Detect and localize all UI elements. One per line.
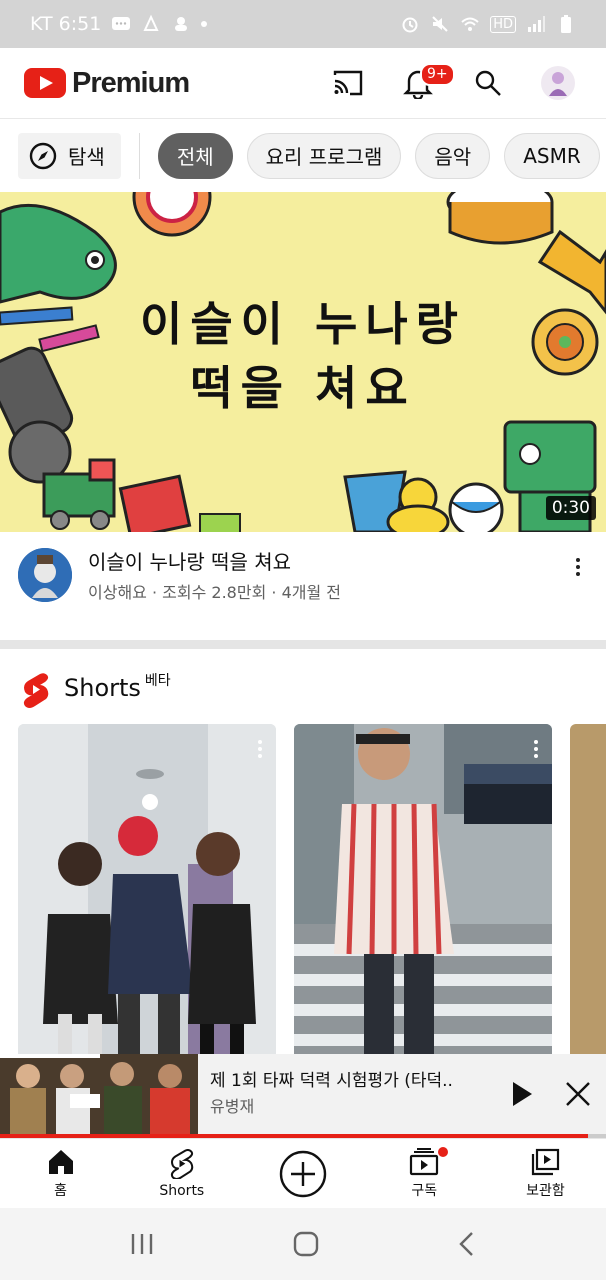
nav-subscriptions[interactable]: 구독 <box>364 1139 485 1208</box>
battery-icon <box>561 15 571 33</box>
network-type: HD <box>490 15 516 33</box>
chip-asmr[interactable]: ASMR <box>504 132 600 179</box>
compass-icon <box>29 142 57 169</box>
cast-icon <box>333 70 363 96</box>
notification-badge: 9+ <box>420 63 455 86</box>
status-bar: KT 6:51 HD <box>0 0 606 48</box>
logo-text: Premium <box>72 66 190 99</box>
avatar <box>541 66 575 100</box>
channel-name[interactable]: 이상해요 <box>88 583 147 602</box>
channel-avatar[interactable] <box>18 548 72 602</box>
back-icon[interactable] <box>457 1231 477 1257</box>
short-more-options-icon[interactable] <box>258 740 262 758</box>
video-thumbnail[interactable]: 이슬이 누나랑 떡을 쳐요 <box>0 192 606 532</box>
nav-shorts[interactable]: Shorts <box>121 1139 242 1208</box>
new-content-dot <box>437 1147 448 1157</box>
view-count: 조회수 2.8만회 <box>162 583 267 602</box>
carrier-time: KT 6:51 <box>30 13 102 35</box>
beta-badge: 베타 <box>144 673 171 689</box>
notifications-button[interactable]: 9+ <box>394 59 455 107</box>
recent-apps-icon[interactable] <box>129 1232 155 1256</box>
wifi-icon <box>461 17 479 31</box>
shorts-logo-icon <box>23 673 49 708</box>
shorts-section-title: Shorts <box>64 674 141 702</box>
nav-home[interactable]: 홈 <box>0 1139 121 1208</box>
nav-home-label: 홈 <box>54 1182 68 1199</box>
video-info: 이슬이 누나랑 떡을 쳐요 이상해요 · 조회수 2.8만회 · 4개월 전 <box>0 532 606 640</box>
signal-icon <box>528 16 545 32</box>
filter-chips-bar: 탐색 전체 요리 프로그램 음악 ASMR <box>0 118 606 192</box>
play-icon <box>513 1082 532 1106</box>
youtube-play-logo-icon <box>24 68 66 98</box>
nav-shorts-label: Shorts <box>159 1182 205 1199</box>
create-plus-icon <box>279 1150 327 1197</box>
shorts-header: Shorts 베타 <box>22 668 171 708</box>
cast-button[interactable] <box>324 59 372 107</box>
account-button[interactable] <box>534 59 582 107</box>
nav-create[interactable] <box>242 1139 363 1208</box>
search-icon <box>475 70 501 96</box>
youtube-premium-logo[interactable]: Premium <box>24 66 190 100</box>
thumbnail-title-line1: 이슬이 누나랑 <box>140 297 466 351</box>
chip-cooking[interactable]: 요리 프로그램 <box>246 132 402 179</box>
alarm-icon <box>402 17 418 33</box>
short-more-options-icon[interactable] <box>534 740 538 758</box>
video-duration: 0:30 <box>545 496 596 520</box>
mini-player-close-button[interactable] <box>550 1054 606 1134</box>
nav-subscriptions-label: 구독 <box>411 1182 438 1199</box>
chips-divider <box>138 132 140 179</box>
shorts-icon <box>170 1148 194 1179</box>
home-icon <box>48 1149 73 1174</box>
video-more-options-icon[interactable] <box>568 548 588 624</box>
chat-icon <box>112 17 131 30</box>
video-title[interactable]: 이슬이 누나랑 떡을 쳐요 <box>88 548 568 576</box>
chip-music[interactable]: 음악 <box>415 132 491 179</box>
nav-library-label: 보관함 <box>526 1182 565 1199</box>
thumbnail-title: 이슬이 누나랑 떡을 쳐요 <box>0 292 606 420</box>
close-icon <box>566 1082 590 1106</box>
mute-icon <box>432 16 448 32</box>
mini-player-play-button[interactable] <box>494 1054 550 1134</box>
explore-button[interactable]: 탐색 <box>18 132 121 179</box>
mini-player-channel: 유병재 <box>210 1097 255 1116</box>
nav-library[interactable]: 보관함 <box>485 1139 606 1208</box>
mini-player-thumbnail[interactable] <box>0 1054 198 1134</box>
subscriptions-icon <box>410 1147 439 1175</box>
system-navigation-bar <box>0 1208 606 1280</box>
chip-all[interactable]: 전체 <box>157 132 233 179</box>
video-subtitle: 이상해요 · 조회수 2.8만회 · 4개월 전 <box>88 583 341 602</box>
app-screen: KT 6:51 HD Premium 9+ 탐색 전체 요리 프로그램 음악 A… <box>0 0 606 1280</box>
home-button-icon[interactable] <box>293 1231 319 1257</box>
bottom-navigation: 홈 Shorts 구독 보관함 <box>0 1138 606 1208</box>
more-notifications-dot <box>201 21 208 27</box>
library-icon <box>532 1148 560 1175</box>
explore-label: 탐색 <box>68 145 105 169</box>
top-app-bar: Premium 9+ <box>0 48 606 118</box>
thumbnail-title-line2: 떡을 쳐요 <box>190 361 416 415</box>
mini-player[interactable]: 제 1회 타짜 덕력 시험평가 (타덕.. 유병재 <box>0 1054 606 1134</box>
mini-player-title[interactable]: 제 1회 타짜 덕력 시험평가 (타덕.. <box>210 1068 494 1094</box>
section-divider <box>0 640 606 649</box>
search-button[interactable] <box>464 59 512 107</box>
upload-age: 4개월 전 <box>281 583 341 602</box>
app-notification-icon <box>175 17 188 31</box>
app-notification-icon <box>143 14 159 31</box>
